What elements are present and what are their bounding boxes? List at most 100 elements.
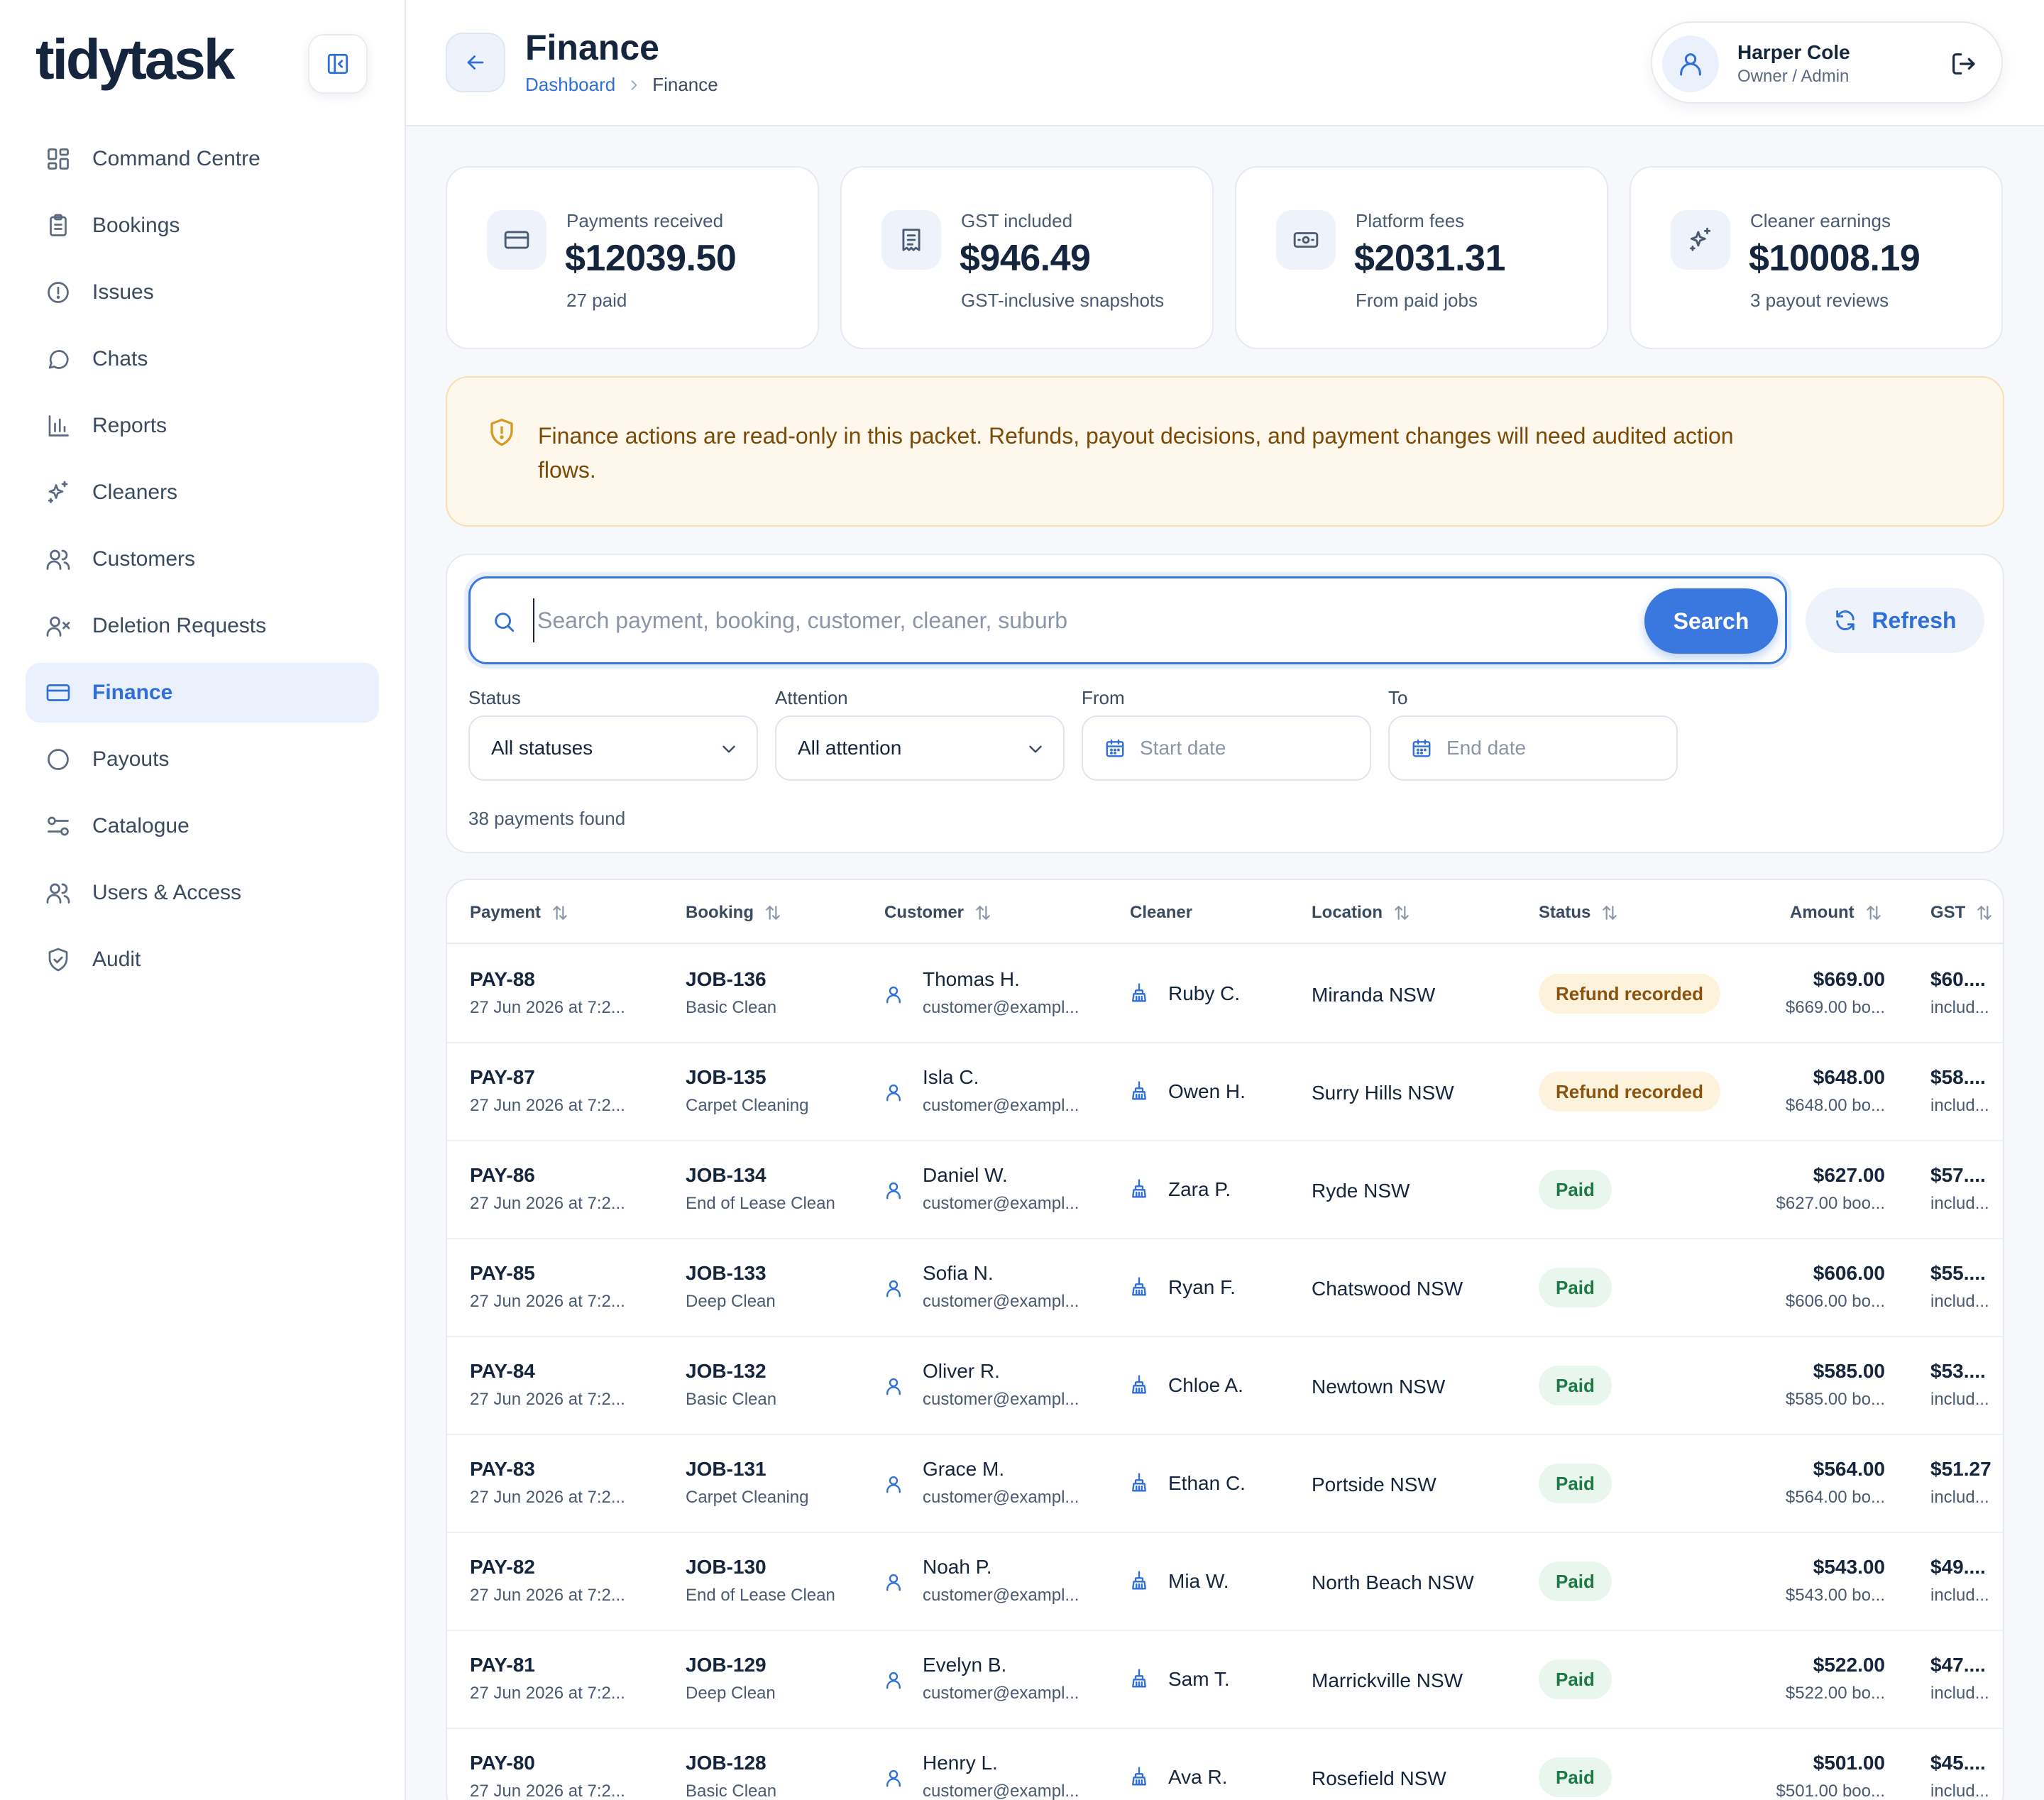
search-input[interactable] [533,598,1583,642]
sidebar-item-catalogue[interactable]: Catalogue [26,796,379,856]
sidebar-item-cleaners[interactable]: Cleaners [26,463,379,522]
breadcrumb-dashboard-link[interactable]: Dashboard [525,74,615,96]
calendar-icon [1412,739,1431,757]
column-header-payment[interactable]: Payment [470,903,569,923]
grid-icon [48,148,69,170]
payment-id[interactable]: PAY-85 [470,1262,535,1285]
sidebar-item-deletion-requests[interactable]: Deletion Requests [26,596,379,656]
gst-note: includ... [1930,1194,1989,1213]
location: Chatswood NSW [1312,1278,1463,1300]
table-row[interactable]: PAY-86 27 Jun 2026 at 7:2... JOB-134 End of… [447,1141,2003,1239]
chat-bubble-icon [48,350,69,369]
sidebar-item-bookings[interactable]: Bookings [26,196,379,256]
column-header-customer[interactable]: Customer [884,903,992,923]
cleaner-name[interactable]: Zara P. [1168,1178,1231,1201]
sidebar-item-customers[interactable]: Customers [26,529,379,589]
customer-name[interactable]: Daniel W. [923,1164,1008,1187]
notice-text: Finance actions are read-only in this pa… [538,423,1734,483]
payment-id[interactable]: PAY-83 [470,1458,535,1481]
cleaner-name[interactable]: Ethan C. [1168,1472,1246,1495]
attention-select[interactable]: All attention [775,715,1065,781]
payment-id[interactable]: PAY-88 [470,968,535,991]
payment-id[interactable]: PAY-81 [470,1654,535,1676]
sidebar-item-chats[interactable]: Chats [26,329,379,389]
collapse-sidebar-button[interactable] [308,34,368,94]
booking-id[interactable]: JOB-128 [686,1752,766,1774]
user-menu[interactable]: Harper Cole Owner / Admin [1651,21,2003,104]
sidebar-item-audit[interactable]: Audit [26,930,379,989]
cleaner-name[interactable]: Sam T. [1168,1668,1230,1691]
sidebar-item-reports[interactable]: Reports [26,396,379,456]
payment-id[interactable]: PAY-82 [470,1556,535,1579]
booking-id[interactable]: JOB-135 [686,1066,766,1089]
breadcrumb-current: Finance [652,74,718,95]
payment-id[interactable]: PAY-87 [470,1066,535,1089]
table-row[interactable]: PAY-81 27 Jun 2026 at 7:2... JOB-129 Deep C… [447,1631,2003,1729]
sidebar-item-issues[interactable]: Issues [26,263,379,322]
table-row[interactable]: PAY-80 27 Jun 2026 at 7:2... JOB-128 Basic … [447,1729,2003,1800]
payment-id[interactable]: PAY-86 [470,1164,535,1187]
sidebar-item-label: Reports [92,414,167,437]
column-header-cleaner: Cleaner [1130,903,1193,922]
location: Ryde NSW [1312,1180,1410,1202]
customer-name[interactable]: Henry L. [923,1752,998,1774]
sidebar-item-finance[interactable]: Finance [26,663,379,723]
customer-name[interactable]: Isla C. [923,1066,979,1089]
table-row[interactable]: PAY-82 27 Jun 2026 at 7:2... JOB-130 End of… [447,1533,2003,1631]
column-header-location[interactable]: Location [1312,903,1411,923]
booking-id[interactable]: JOB-129 [686,1654,766,1676]
search-button[interactable]: Search [1644,588,1778,654]
cleaner-name[interactable]: Owen H. [1168,1080,1246,1103]
booking-id[interactable]: JOB-130 [686,1556,766,1579]
column-header-amount[interactable]: Amount [1790,903,1883,923]
table-row[interactable]: PAY-88 27 Jun 2026 at 7:2... JOB-136 Basic … [447,945,2003,1043]
customer-name[interactable]: Sofia N. [923,1262,994,1285]
cleaner-name[interactable]: Ryan F. [1168,1276,1236,1299]
back-button[interactable] [446,33,505,92]
booking-id[interactable]: JOB-132 [686,1360,766,1383]
cleaner-name[interactable]: Ruby C. [1168,982,1240,1005]
location: Marrickville NSW [1312,1669,1463,1691]
customer-email: customer@exampl... [923,1684,1079,1703]
customer-name[interactable]: Grace M. [923,1458,1004,1481]
stat-value: $2031.31 [1354,238,1505,279]
table-row[interactable]: PAY-84 27 Jun 2026 at 7:2... JOB-132 Basic … [447,1337,2003,1435]
gst-amount: $47.... [1930,1654,1986,1676]
end-date-input[interactable]: End date [1388,715,1678,781]
column-header-booking[interactable]: Booking [686,903,782,923]
customer-name[interactable]: Thomas H. [923,968,1020,991]
refresh-button[interactable]: Refresh [1806,588,1984,653]
booking-id[interactable]: JOB-134 [686,1164,766,1187]
table-row[interactable]: PAY-83 27 Jun 2026 at 7:2... JOB-131 Carpet… [447,1435,2003,1533]
cleaner-name[interactable]: Chloe A. [1168,1374,1243,1397]
start-date-input[interactable]: Start date [1082,715,1371,781]
payment-id[interactable]: PAY-80 [470,1752,535,1774]
sidebar-item-payouts[interactable]: Payouts [26,730,379,789]
cleaner-name[interactable]: Mia W. [1168,1570,1229,1593]
booking-id[interactable]: JOB-136 [686,968,766,991]
column-header-status[interactable]: Status [1539,903,1619,923]
sidebar-item-label: Payouts [92,747,170,771]
receipt-icon [881,210,941,270]
sidebar-item-label: Deletion Requests [92,614,267,637]
logout-icon[interactable] [1949,50,1977,78]
status-select[interactable]: All statuses [468,715,758,781]
customer-name[interactable]: Oliver R. [923,1360,1000,1383]
app-logo[interactable]: tidytask [35,27,235,92]
customer-name[interactable]: Evelyn B. [923,1654,1006,1676]
table-row[interactable]: PAY-85 27 Jun 2026 at 7:2... JOB-133 Deep C… [447,1239,2003,1337]
booking-id[interactable]: JOB-133 [686,1262,766,1285]
user-name: Harper Cole [1737,41,1850,63]
table-row[interactable]: PAY-87 27 Jun 2026 at 7:2... JOB-135 Carpet… [447,1043,2003,1141]
booking-id[interactable]: JOB-131 [686,1458,766,1481]
sort-icon [553,906,567,920]
column-header-gst[interactable]: GST [1930,903,1994,923]
stat-label: GST included [961,210,1073,231]
sidebar-item-users-access[interactable]: Users & Access [26,863,379,923]
payment-id[interactable]: PAY-84 [470,1360,535,1383]
sidebar-item-command-centre[interactable]: Command Centre [26,129,379,189]
sidebar-nav: Command Centre Bookings Issues Chats Rep… [26,129,379,997]
cleaner-name[interactable]: Ava R. [1168,1766,1228,1789]
customer-name[interactable]: Noah P. [923,1556,992,1579]
amount: $585.00 [1813,1360,1885,1382]
